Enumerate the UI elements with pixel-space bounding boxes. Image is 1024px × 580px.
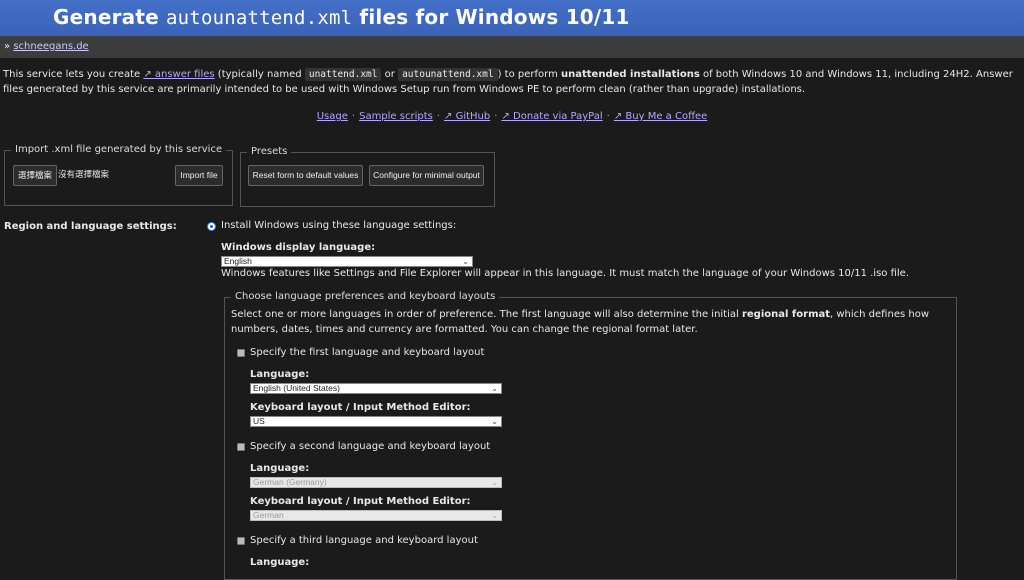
second-language-check-label[interactable]: Specify a second language and keyboard l… xyxy=(250,440,490,455)
intro-text: ) to perform xyxy=(497,69,561,80)
intro-text: or xyxy=(381,69,399,80)
chevron-down-icon: ⌄ xyxy=(462,257,469,266)
chevron-down-icon: ⌄ xyxy=(491,384,498,393)
second-keyboard-select[interactable]: German ⌄ xyxy=(250,510,502,521)
import-legend: Import .xml file generated by this servi… xyxy=(15,144,223,155)
first-keyboard-label: Keyboard layout / Input Method Editor: xyxy=(250,402,471,413)
chevron-down-icon: ⌄ xyxy=(491,511,498,520)
third-language-check-label[interactable]: Specify a third language and keyboard la… xyxy=(250,534,478,549)
intro-text: (typically named xyxy=(214,69,305,80)
title-filename: autounattend.xml xyxy=(166,7,353,30)
intro-bold: unattended installations xyxy=(561,69,700,80)
link-separator: · xyxy=(436,111,441,122)
display-language-hint: Windows features like Settings and File … xyxy=(221,268,910,279)
intro-text: This service lets you create xyxy=(3,69,144,80)
reset-defaults-button[interactable]: Reset form to default values xyxy=(248,165,363,186)
first-language-check-label[interactable]: Specify the first language and keyboard … xyxy=(250,346,484,361)
chevron-down-icon: ⌄ xyxy=(491,478,498,487)
display-language-label: Windows display language: xyxy=(221,242,376,253)
page-title: Generate autounattend.xml files for Wind… xyxy=(53,3,630,33)
link-separator: · xyxy=(351,111,356,122)
third-language-checkbox[interactable] xyxy=(237,537,245,545)
paypal-link[interactable]: ↗ Donate via PayPal xyxy=(501,111,602,122)
display-language-value: English xyxy=(224,256,252,266)
second-language-value: German (Germany) xyxy=(253,477,327,487)
code-unattend: unattend.xml xyxy=(304,68,382,81)
code-autounattend: autounattend.xml xyxy=(398,68,498,81)
display-language-select[interactable]: English ⌄ xyxy=(221,256,473,267)
link-separator: · xyxy=(606,111,610,122)
first-keyboard-value: US xyxy=(253,416,265,426)
import-file-button[interactable]: Import file xyxy=(175,165,223,186)
sample-scripts-link[interactable]: Sample scripts xyxy=(359,111,433,122)
first-language-checkbox[interactable] xyxy=(237,349,245,357)
prefs-text: Select one or more languages in order of… xyxy=(231,309,742,320)
second-language-select[interactable]: German (Germany) ⌄ xyxy=(250,477,502,488)
link-separator: · xyxy=(494,111,498,122)
breadcrumb-link[interactable]: schneegans.de xyxy=(13,40,88,55)
first-language-label: Language: xyxy=(250,369,310,380)
answer-files-link[interactable]: ↗ answer files xyxy=(143,69,214,80)
no-file-chosen-text: 沒有選擇檔案 xyxy=(58,170,110,180)
choose-file-button[interactable]: 選擇檔案 xyxy=(13,165,57,186)
first-language-value: English (United States) xyxy=(253,383,340,393)
language-preferences-description: Select one or more languages in order of… xyxy=(231,308,946,337)
install-language-radio[interactable] xyxy=(207,222,216,231)
github-link[interactable]: ↗ GitHub xyxy=(444,111,490,122)
first-keyboard-select[interactable]: US ⌄ xyxy=(250,416,502,427)
install-language-radio-label[interactable]: Install Windows using these language set… xyxy=(221,219,456,234)
usage-link[interactable]: Usage xyxy=(317,111,348,122)
intro-paragraph: This service lets you create ↗ answer fi… xyxy=(3,68,1018,97)
breadcrumb-prefix: » xyxy=(4,40,11,52)
nav-links: Usage · Sample scripts · ↗ GitHub · ↗ Donate v… xyxy=(0,110,1024,125)
second-language-checkbox[interactable] xyxy=(237,443,245,451)
third-language-label: Language: xyxy=(250,557,310,568)
title-text-post: files for Windows 10/11 xyxy=(352,5,630,30)
title-text-pre: Generate xyxy=(53,5,167,30)
chevron-down-icon: ⌄ xyxy=(491,417,498,426)
presets-legend: Presets xyxy=(251,146,288,157)
second-language-label: Language: xyxy=(250,463,310,474)
coffee-link[interactable]: ↗ Buy Me a Coffee xyxy=(614,111,707,122)
language-preferences-legend: Choose language preferences and keyboard… xyxy=(235,291,496,302)
second-keyboard-value: German xyxy=(253,510,284,520)
region-section-label: Region and language settings: xyxy=(4,221,177,232)
minimal-output-button[interactable]: Configure for minimal output xyxy=(369,165,484,186)
prefs-bold: regional format xyxy=(741,309,831,320)
second-keyboard-label: Keyboard layout / Input Method Editor: xyxy=(250,496,471,507)
breadcrumb: » schneegans.de xyxy=(0,36,1024,58)
first-language-select[interactable]: English (United States) ⌄ xyxy=(250,383,502,394)
page-header: Generate autounattend.xml files for Wind… xyxy=(0,0,1024,36)
